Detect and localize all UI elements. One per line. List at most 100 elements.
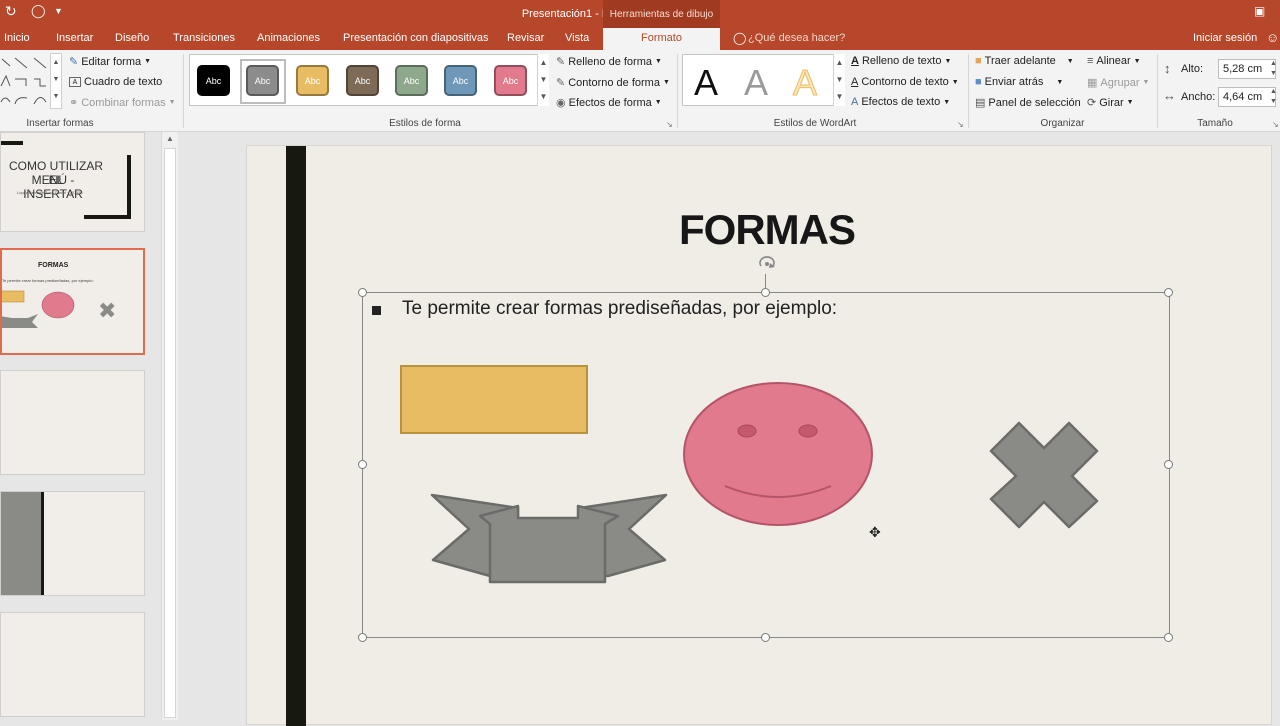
text-outline-label: Contorno de texto [861, 76, 949, 88]
dialog-launcher-icon[interactable]: ↘ [1272, 120, 1279, 129]
thumb-title-line2: MENÚ - INSERTAR [23, 173, 83, 201]
width-spinner[interactable]: ▲ ▼ [1270, 87, 1277, 107]
tab-insertar[interactable]: Insertar [56, 32, 93, 44]
edit-shape-button[interactable]: ✎ Editar forma ▼ [69, 55, 152, 69]
tell-me-box[interactable]: ¿Qué desea hacer? [748, 32, 845, 44]
thumb-slide2-title: FORMAS [38, 262, 69, 269]
bring-forward-button[interactable]: ■ Traer adelante ▼ [975, 55, 1074, 67]
text-effects-label: Efectos de texto [861, 96, 941, 108]
dialog-launcher-icon[interactable]: ↘ [666, 120, 673, 129]
lightbulb-icon: ◯ [733, 31, 747, 45]
shape-styles-gallery-scroll[interactable]: ▲ ▼ ▼ [537, 54, 549, 106]
insert-shapes-group-label: Insertar formas [26, 118, 94, 129]
wordart-style-black[interactable]: A [694, 62, 718, 104]
send-backward-button[interactable]: ■ Enviar atrás ▼ [975, 76, 1063, 88]
shape-style-swatch-gold[interactable]: Abc [296, 65, 329, 96]
dropdown-caret-icon: ▼ [1126, 99, 1134, 106]
resize-handle-ne[interactable] [1164, 288, 1173, 297]
rectangle-shape[interactable] [400, 365, 588, 434]
shape-style-swatch-brown[interactable]: Abc [346, 65, 379, 96]
send-backward-label: Enviar atrás [984, 76, 1044, 88]
tab-vista[interactable]: Vista [565, 32, 589, 44]
align-button[interactable]: ≡ Alinear ▼ [1087, 55, 1141, 67]
shape-style-swatch-black[interactable]: Abc [197, 65, 230, 96]
merge-shapes-button[interactable]: ⚭ Combinar formas ▼ [69, 96, 176, 110]
group-separator [677, 54, 678, 128]
shape-styles-group-label: Estilos de forma [389, 118, 461, 129]
width-input[interactable]: 4,64 cm [1218, 87, 1276, 107]
ribbon-display-options-icon[interactable]: ▣ [1254, 4, 1265, 18]
dropdown-caret-icon: ▼ [655, 58, 662, 65]
slide-title[interactable]: FORMAS [247, 206, 1280, 254]
rotate-label: Girar [1099, 96, 1124, 109]
shape-fill-button[interactable]: ✎ Relleno de forma ▼ [556, 55, 662, 69]
resize-handle-nw[interactable] [358, 288, 367, 297]
text-effects-button[interactable]: A Efectos de texto ▼ [851, 96, 950, 108]
shape-outline-button[interactable]: ✎ Contorno de forma ▼ [556, 76, 670, 90]
slide-thumbnail-4[interactable] [0, 491, 145, 596]
resize-handle-s[interactable] [761, 633, 770, 642]
smiley-face-shape[interactable] [683, 382, 873, 526]
scroll-up-icon[interactable]: ▲ [166, 134, 174, 143]
thumb-accent-corner [127, 155, 131, 219]
selection-pane-button[interactable]: ▤ Panel de selección [975, 96, 1081, 110]
shape-effects-button[interactable]: ◉ Efectos de forma ▼ [556, 96, 662, 110]
tab-animaciones[interactable]: Animaciones [257, 32, 320, 44]
slide-thumbnail-3[interactable] [0, 370, 145, 475]
bring-forward-icon: ■ [975, 55, 982, 67]
shape-style-swatch-gray[interactable]: Abc [246, 65, 279, 96]
resize-handle-sw[interactable] [358, 633, 367, 642]
merge-shapes-icon: ⚭ [69, 97, 79, 109]
merge-shapes-label: Combinar formas [81, 96, 166, 109]
send-backward-icon: ■ [975, 76, 982, 88]
thumbnail-scrollbar[interactable]: ▲ [161, 132, 178, 720]
thumb-accent-bar [41, 492, 44, 595]
text-box-label: Cuadro de texto [84, 76, 163, 88]
tab-transiciones[interactable]: Transiciones [173, 32, 235, 44]
dialog-launcher-icon[interactable]: ↘ [957, 120, 964, 129]
slide-thumbnail-5[interactable] [0, 612, 145, 717]
wordart-style-gold[interactable]: A [792, 62, 817, 104]
tab-presentacion[interactable]: Presentación con diapositivas [343, 32, 489, 44]
thumb-subtitle: López Bernabé José Daniel · 201154 [17, 190, 83, 195]
resize-handle-w[interactable] [358, 460, 367, 469]
resize-handle-n[interactable] [761, 288, 770, 297]
rotate-handle-icon[interactable] [756, 254, 778, 274]
text-fill-button[interactable]: A Relleno de texto ▼ [851, 55, 951, 67]
group-button[interactable]: ▦ Agrupar ▼ [1087, 76, 1149, 90]
slide-shapes-layer [400, 365, 1099, 584]
bring-forward-label: Traer adelante [984, 55, 1056, 67]
tab-formato[interactable]: Formato [603, 28, 720, 50]
thumb-accent-corner [84, 215, 131, 219]
sign-in-link[interactable]: Iniciar sesión [1193, 32, 1257, 44]
text-outline-icon: A [851, 76, 859, 88]
slide-canvas[interactable]: FORMAS Te permite crear formas prediseña… [246, 145, 1272, 726]
rotate-button[interactable]: ⟳ Girar ▼ [1087, 96, 1134, 110]
height-spinner[interactable]: ▲ ▼ [1270, 59, 1277, 79]
paint-bucket-icon: ✎ [556, 56, 566, 68]
text-box-button[interactable]: A Cuadro de texto [69, 76, 162, 88]
shape-style-swatch-green[interactable]: Abc [395, 65, 428, 96]
shape-style-swatch-blue[interactable]: Abc [444, 65, 477, 96]
wordart-style-gray[interactable]: A [744, 62, 768, 104]
scrollbar-thumb[interactable] [164, 148, 176, 718]
ribbon-banner-shape[interactable] [430, 493, 668, 584]
shapes-gallery-scroll[interactable]: ▲ ▼ ▼ [50, 53, 62, 109]
wordart-gallery-scroll[interactable]: ▲ ▼ ▼ [833, 54, 845, 106]
dropdown-caret-icon: ▼ [144, 58, 152, 65]
slide-thumbnail-2[interactable]: FORMAS Te permite crear formas prediseña… [0, 248, 145, 355]
bullet-text[interactable]: Te permite crear formas prediseñadas, po… [402, 298, 837, 320]
tab-revisar[interactable]: Revisar [507, 32, 544, 44]
tab-diseno[interactable]: Diseño [115, 32, 149, 44]
edit-shape-label: Editar forma [81, 55, 142, 68]
slide-thumbnail-1[interactable]: COMO UTILIZAR EL MENÚ - INSERTAR López B… [0, 132, 145, 232]
tab-inicio[interactable]: Inicio [4, 32, 30, 44]
cross-x-shape[interactable] [989, 421, 1099, 529]
height-input[interactable]: 5,28 cm [1218, 59, 1276, 79]
pencil-outline-icon: ✎ [556, 77, 566, 89]
user-icon[interactable]: ☺ [1266, 30, 1279, 45]
resize-handle-se[interactable] [1164, 633, 1173, 642]
resize-handle-e[interactable] [1164, 460, 1173, 469]
text-outline-button[interactable]: A Contorno de texto ▼ [851, 76, 959, 88]
shape-style-swatch-pink[interactable]: Abc [494, 65, 527, 96]
